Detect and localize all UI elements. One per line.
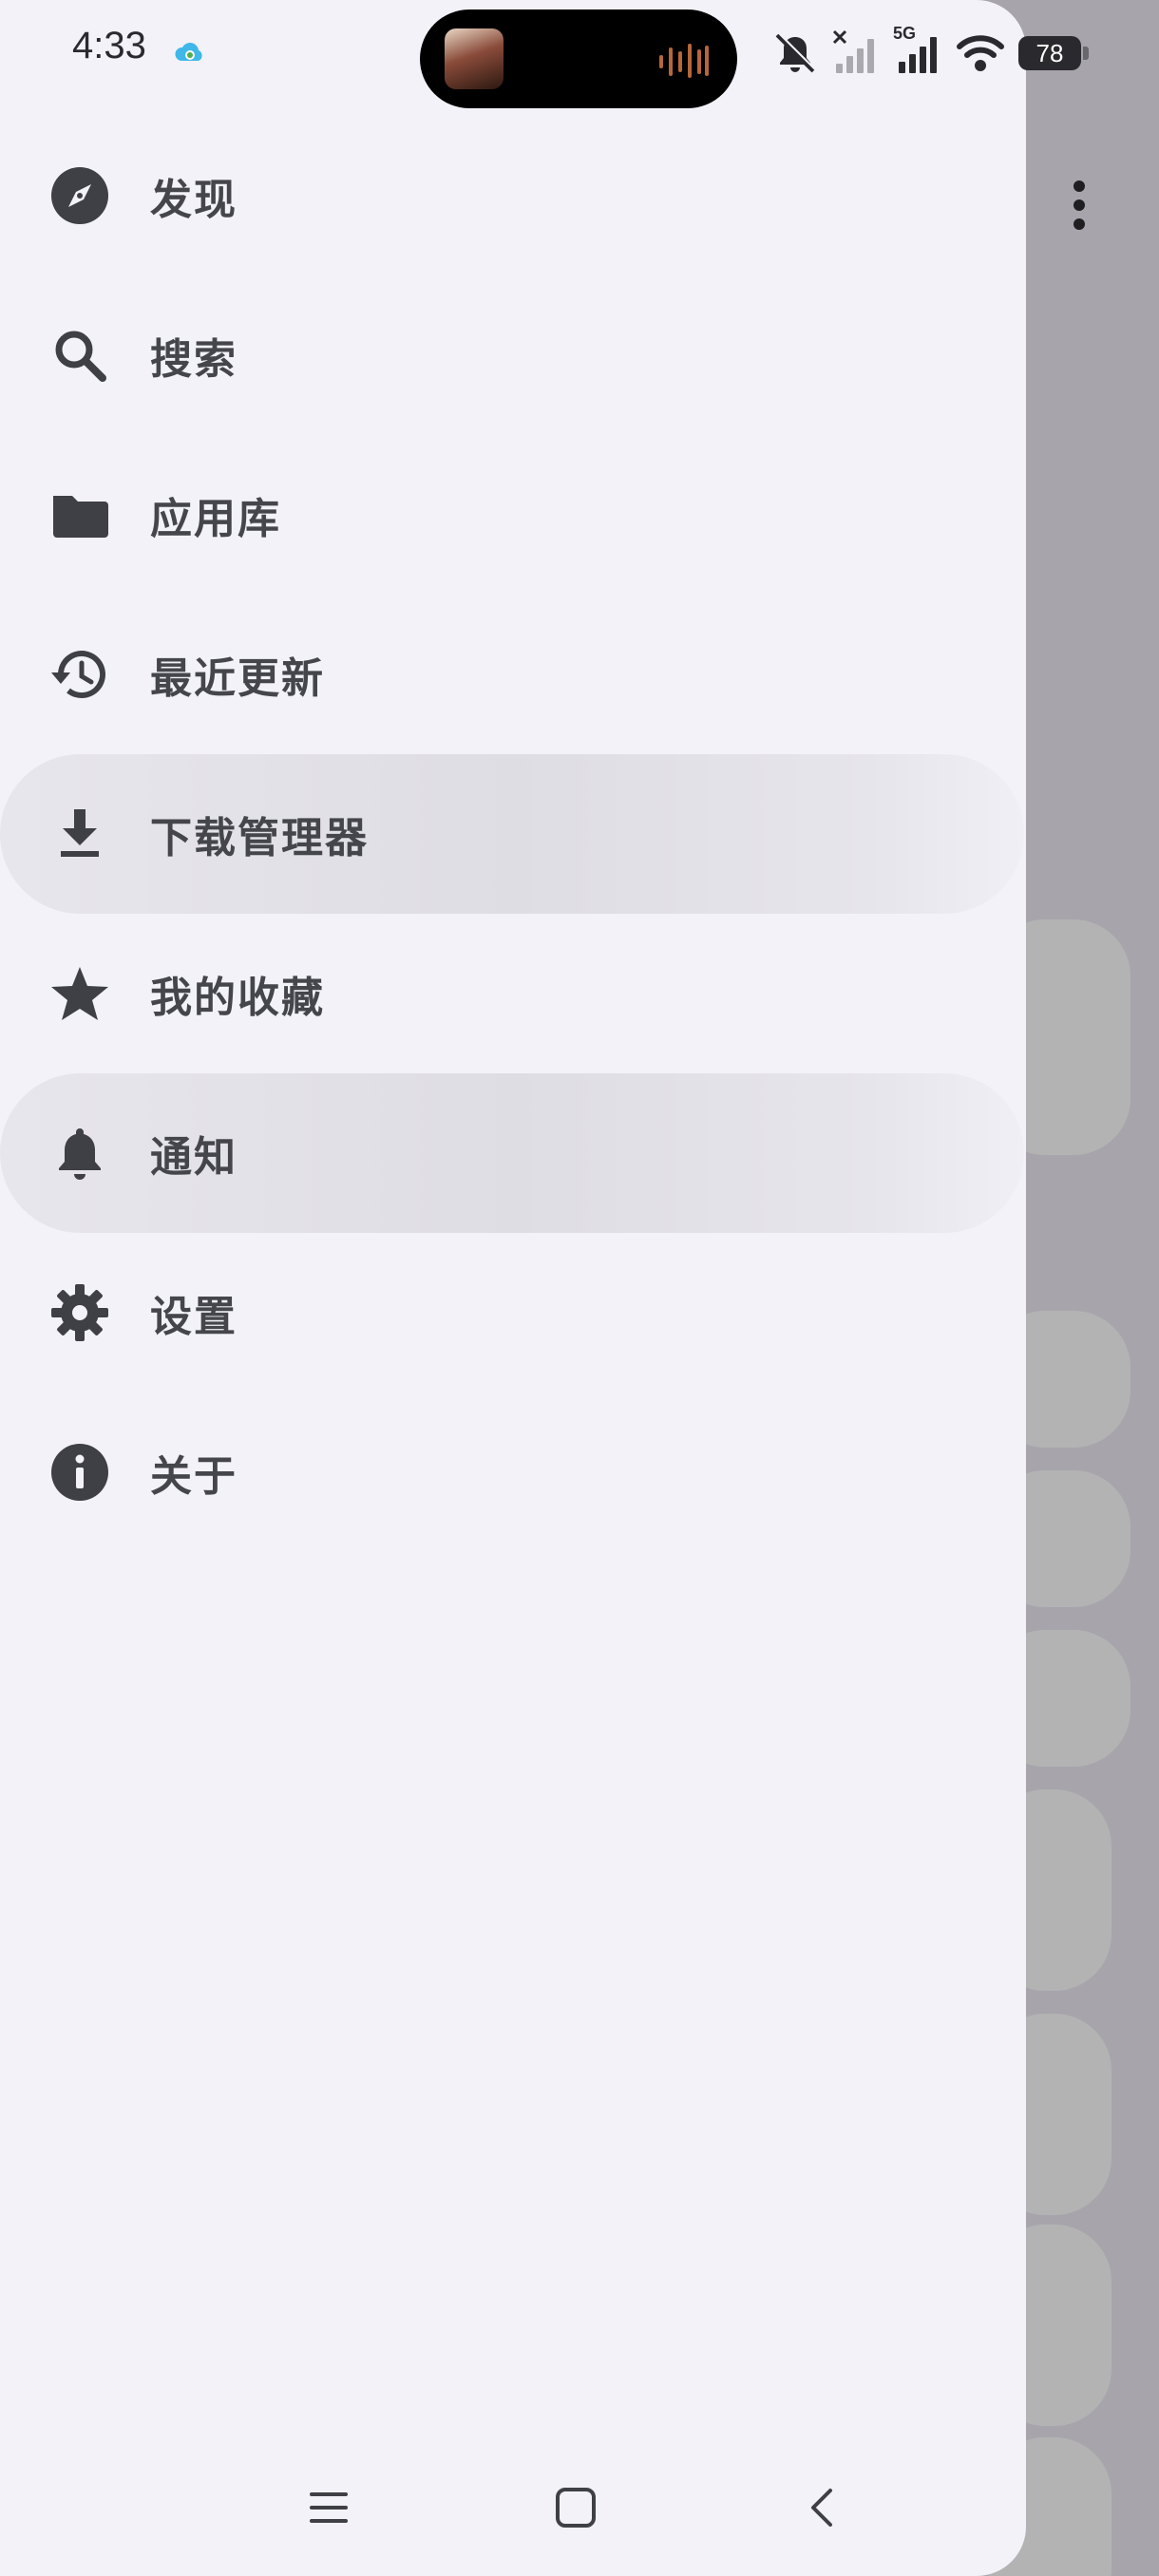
recent-apps-button[interactable]: [291, 2470, 367, 2546]
ringer-off-icon: [775, 32, 816, 73]
info-icon: [48, 1440, 112, 1505]
system-navigation-bar: [0, 2451, 1026, 2565]
compass-icon: [48, 163, 112, 228]
drawer-item-download-manager[interactable]: 下载管理器: [0, 754, 1024, 914]
folder-icon: [48, 483, 112, 547]
history-icon: [48, 642, 112, 707]
back-chevron-icon: [811, 2489, 832, 2527]
drawer-item-label: 我的收藏: [150, 974, 325, 1022]
drawer-item-label: 通知: [150, 1133, 238, 1182]
audio-wave-icon: [659, 44, 709, 78]
more-options-icon[interactable]: [1068, 180, 1091, 234]
star-icon: [48, 961, 112, 1026]
download-icon: [48, 802, 112, 866]
drawer-item-label: 最近更新: [150, 654, 325, 703]
battery-indicator: 78: [1018, 36, 1089, 70]
drawer-item-label: 设置: [150, 1293, 238, 1341]
wifi-icon: [957, 35, 1004, 71]
drawer-item-label: 发现: [150, 176, 238, 224]
drawer-item-recent-updates[interactable]: 最近更新: [0, 595, 1024, 754]
cloud-sync-icon: [175, 43, 202, 61]
status-time: 4:33: [72, 25, 146, 66]
drawer-item-about[interactable]: 关于: [0, 1392, 1024, 1552]
home-square-icon: [556, 2488, 596, 2528]
gear-icon: [48, 1280, 112, 1345]
media-album-art: [445, 28, 504, 89]
drawer-item-search[interactable]: 搜索: [0, 275, 1024, 435]
drawer-item-label: 应用库: [150, 495, 281, 543]
drawer-item-app-library[interactable]: 应用库: [0, 435, 1024, 595]
status-bar: 4:33 5G 78: [0, 0, 1159, 108]
signal-no-service-icon: [832, 29, 874, 73]
back-button[interactable]: [785, 2470, 861, 2546]
drawer-item-label: 搜索: [150, 335, 238, 384]
dynamic-island[interactable]: [420, 9, 737, 108]
home-button[interactable]: [538, 2470, 614, 2546]
menu-icon: [310, 2492, 348, 2523]
drawer-item-label: 关于: [150, 1452, 238, 1501]
signal-5g-icon: 5G: [893, 24, 942, 77]
bell-icon: [48, 1121, 112, 1185]
drawer-item-settings[interactable]: 设置: [0, 1233, 1024, 1392]
drawer-item-notifications[interactable]: 通知: [0, 1073, 1024, 1233]
navigation-drawer: 发现 搜索 应用库 最近更新 下载管理器 我的收藏 通知 设置 关于: [0, 0, 1026, 2576]
drawer-item-favorites[interactable]: 我的收藏: [0, 914, 1024, 1073]
drawer-item-label: 下载管理器: [150, 814, 369, 862]
drawer-item-discover[interactable]: 发现: [0, 116, 1024, 275]
status-indicators: 5G 78: [771, 24, 1089, 80]
search-icon: [48, 323, 112, 388]
